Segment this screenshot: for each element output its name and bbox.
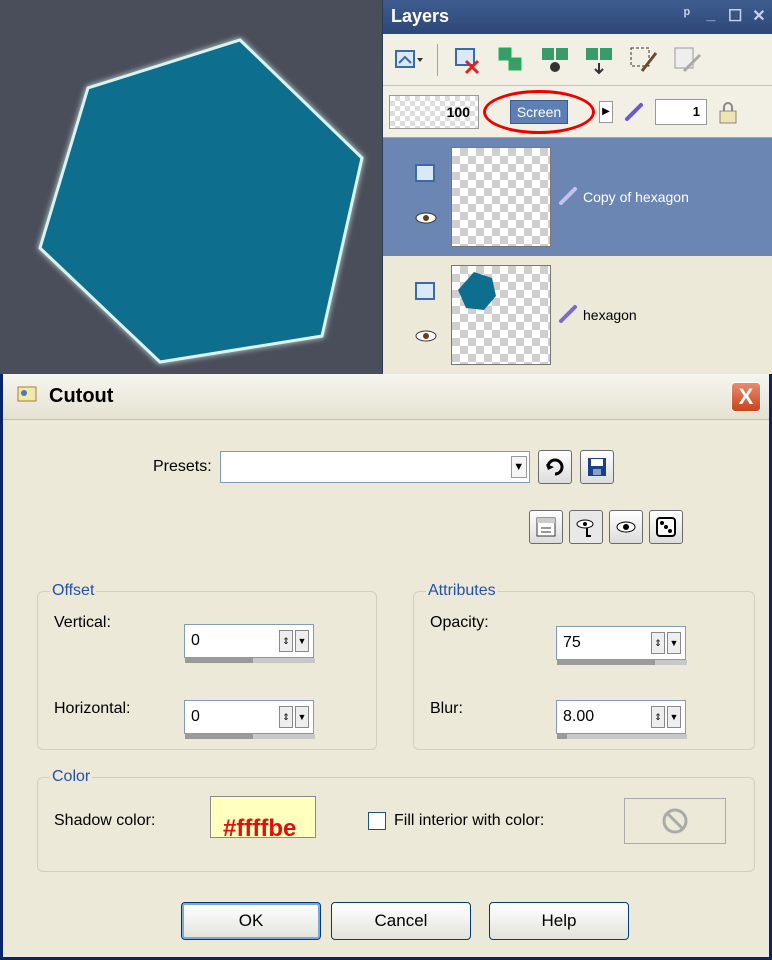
layer-row[interactable]: hexagon [383,256,772,374]
preview-controls [529,510,683,544]
horizontal-value: 0 [191,708,200,725]
dice-icon [656,517,676,537]
layer-row[interactable]: Copy of hexagon [383,138,772,256]
hexagon-shape [38,38,364,364]
color-group: Color Shadow color: #ffffbe Fill interio… [37,768,755,872]
layer-thumbnail [451,265,551,365]
layer-properties-bar: 100 Screen ▶ 1 [383,86,772,138]
layer-link-icon [557,185,579,210]
layer-type-icon [415,282,437,307]
opacity-value: 100 [446,103,470,120]
horizontal-label: Horizontal: [54,700,131,717]
layers-palette: Layers ᵖ _ ☐ ✕ 100 Screen ▶ 1 Copy of he… [382,0,772,380]
layer-type-icon [415,164,437,189]
hex-annotation: #ffffbe [223,815,297,842]
delete-layer-icon[interactable] [452,45,482,75]
spin-up-down-icon[interactable]: ⇕ [279,630,293,652]
save-preset-button[interactable] [579,450,614,484]
horizontal-input[interactable]: 0 ⇕ ▼ [184,700,315,739]
spin-up-down-icon[interactable]: ⇕ [651,706,665,728]
arrange-layers-icon[interactable] [584,45,614,75]
blur-input[interactable]: 8.00 ⇕ ▼ [556,700,687,739]
dialog-app-icon [17,384,39,409]
randomize-button[interactable] [649,510,683,544]
fill-interior-checkbox[interactable] [368,812,386,830]
attributes-group: Attributes Opacity: 75 ⇕ ▼ Blur: 8.00 ⇕ [413,582,755,750]
attributes-legend: Attributes [428,582,496,599]
link-icon[interactable] [619,97,649,127]
no-color-icon [662,808,688,834]
visibility-eye-icon[interactable] [415,211,437,230]
color-legend: Color [52,768,91,785]
minimize-icon[interactable]: _ [704,6,718,26]
opacity-label: Opacity: [430,614,489,631]
toggle-preview-window-button[interactable] [529,510,563,544]
cancel-button[interactable]: Cancel [331,902,471,940]
layers-title: Layers [391,6,450,26]
spin-up-down-icon[interactable]: ⇕ [651,632,665,654]
opacity-field[interactable]: 100 [389,94,479,129]
preview-window-icon [536,517,556,537]
presets-row: Presets: ▼ [153,450,614,484]
new-layer-icon[interactable] [393,45,423,75]
image-canvas[interactable] [0,0,382,374]
presets-label: Presets: [153,458,212,475]
layer-name: Copy of hexagon [583,189,689,205]
ok-button[interactable]: OK [181,902,321,940]
chevron-down-icon[interactable]: ▼ [667,632,681,654]
fill-color-swatch[interactable] [624,798,726,844]
dialog-title-bar[interactable]: Cutout X [3,374,769,420]
offset-group: Offset Vertical: 0 ⇕ ▼ Horizontal: 0 ⇕ ▼ [37,582,377,750]
layer-group-field[interactable]: 1 [655,98,707,125]
maximize-icon[interactable]: ☐ [728,6,742,26]
fill-interior-label: Fill interior with color: [394,812,545,829]
chevron-down-icon[interactable]: ▼ [295,706,309,728]
offset-legend: Offset [52,582,95,599]
save-icon [587,458,606,476]
layer-name: hexagon [583,307,637,323]
eye-pointer-icon [576,519,594,537]
pin-icon[interactable]: ᵖ [680,6,694,26]
layer-link-icon [557,303,579,328]
blur-label: Blur: [430,700,463,717]
shadow-color-label: Shadow color: [54,812,156,829]
help-button[interactable]: Help [489,902,629,940]
opacity-value: 75 [563,634,581,651]
merge-layers-icon[interactable] [540,45,570,75]
opacity-input[interactable]: 75 ⇕ ▼ [556,626,687,665]
chevron-down-icon[interactable]: ▼ [667,706,681,728]
reset-icon [545,458,564,476]
vertical-input[interactable]: 0 ⇕ ▼ [184,624,315,663]
vertical-label: Vertical: [54,614,111,631]
vertical-value: 0 [191,632,200,649]
layers-title-bar[interactable]: Layers ᵖ _ ☐ ✕ [383,0,772,34]
edit-selection-icon[interactable] [628,45,658,75]
cutout-dialog: Cutout X Presets: ▼ Offset Vertical: 0 ⇕… [0,374,772,960]
shadow-color-swatch[interactable]: #ffffbe [210,796,316,842]
chevron-down-icon[interactable]: ▼ [295,630,309,652]
layer-thumbnail [451,147,551,247]
spin-up-down-icon[interactable]: ⇕ [279,706,293,728]
layers-toolbar [383,34,772,86]
blend-mode-wrapper: Screen [483,89,595,134]
proof-button[interactable] [569,510,603,544]
reset-preset-button[interactable] [537,450,572,484]
visibility-eye-icon[interactable] [415,329,437,348]
chevron-down-icon[interactable]: ▼ [510,456,527,478]
close-button[interactable]: X [731,382,761,412]
close-icon[interactable]: ✕ [752,6,766,26]
auto-proof-button[interactable] [609,510,643,544]
properties-icon[interactable] [672,45,702,75]
blend-mode-arrow-icon[interactable]: ▶ [599,100,613,123]
red-annotation-circle [483,89,595,134]
eye-icon [616,521,636,533]
dialog-title: Cutout [49,385,114,407]
blur-value: 8.00 [563,708,595,725]
duplicate-layer-icon[interactable] [496,45,526,75]
presets-combo[interactable]: ▼ [219,451,530,483]
lock-icon[interactable] [713,97,743,127]
